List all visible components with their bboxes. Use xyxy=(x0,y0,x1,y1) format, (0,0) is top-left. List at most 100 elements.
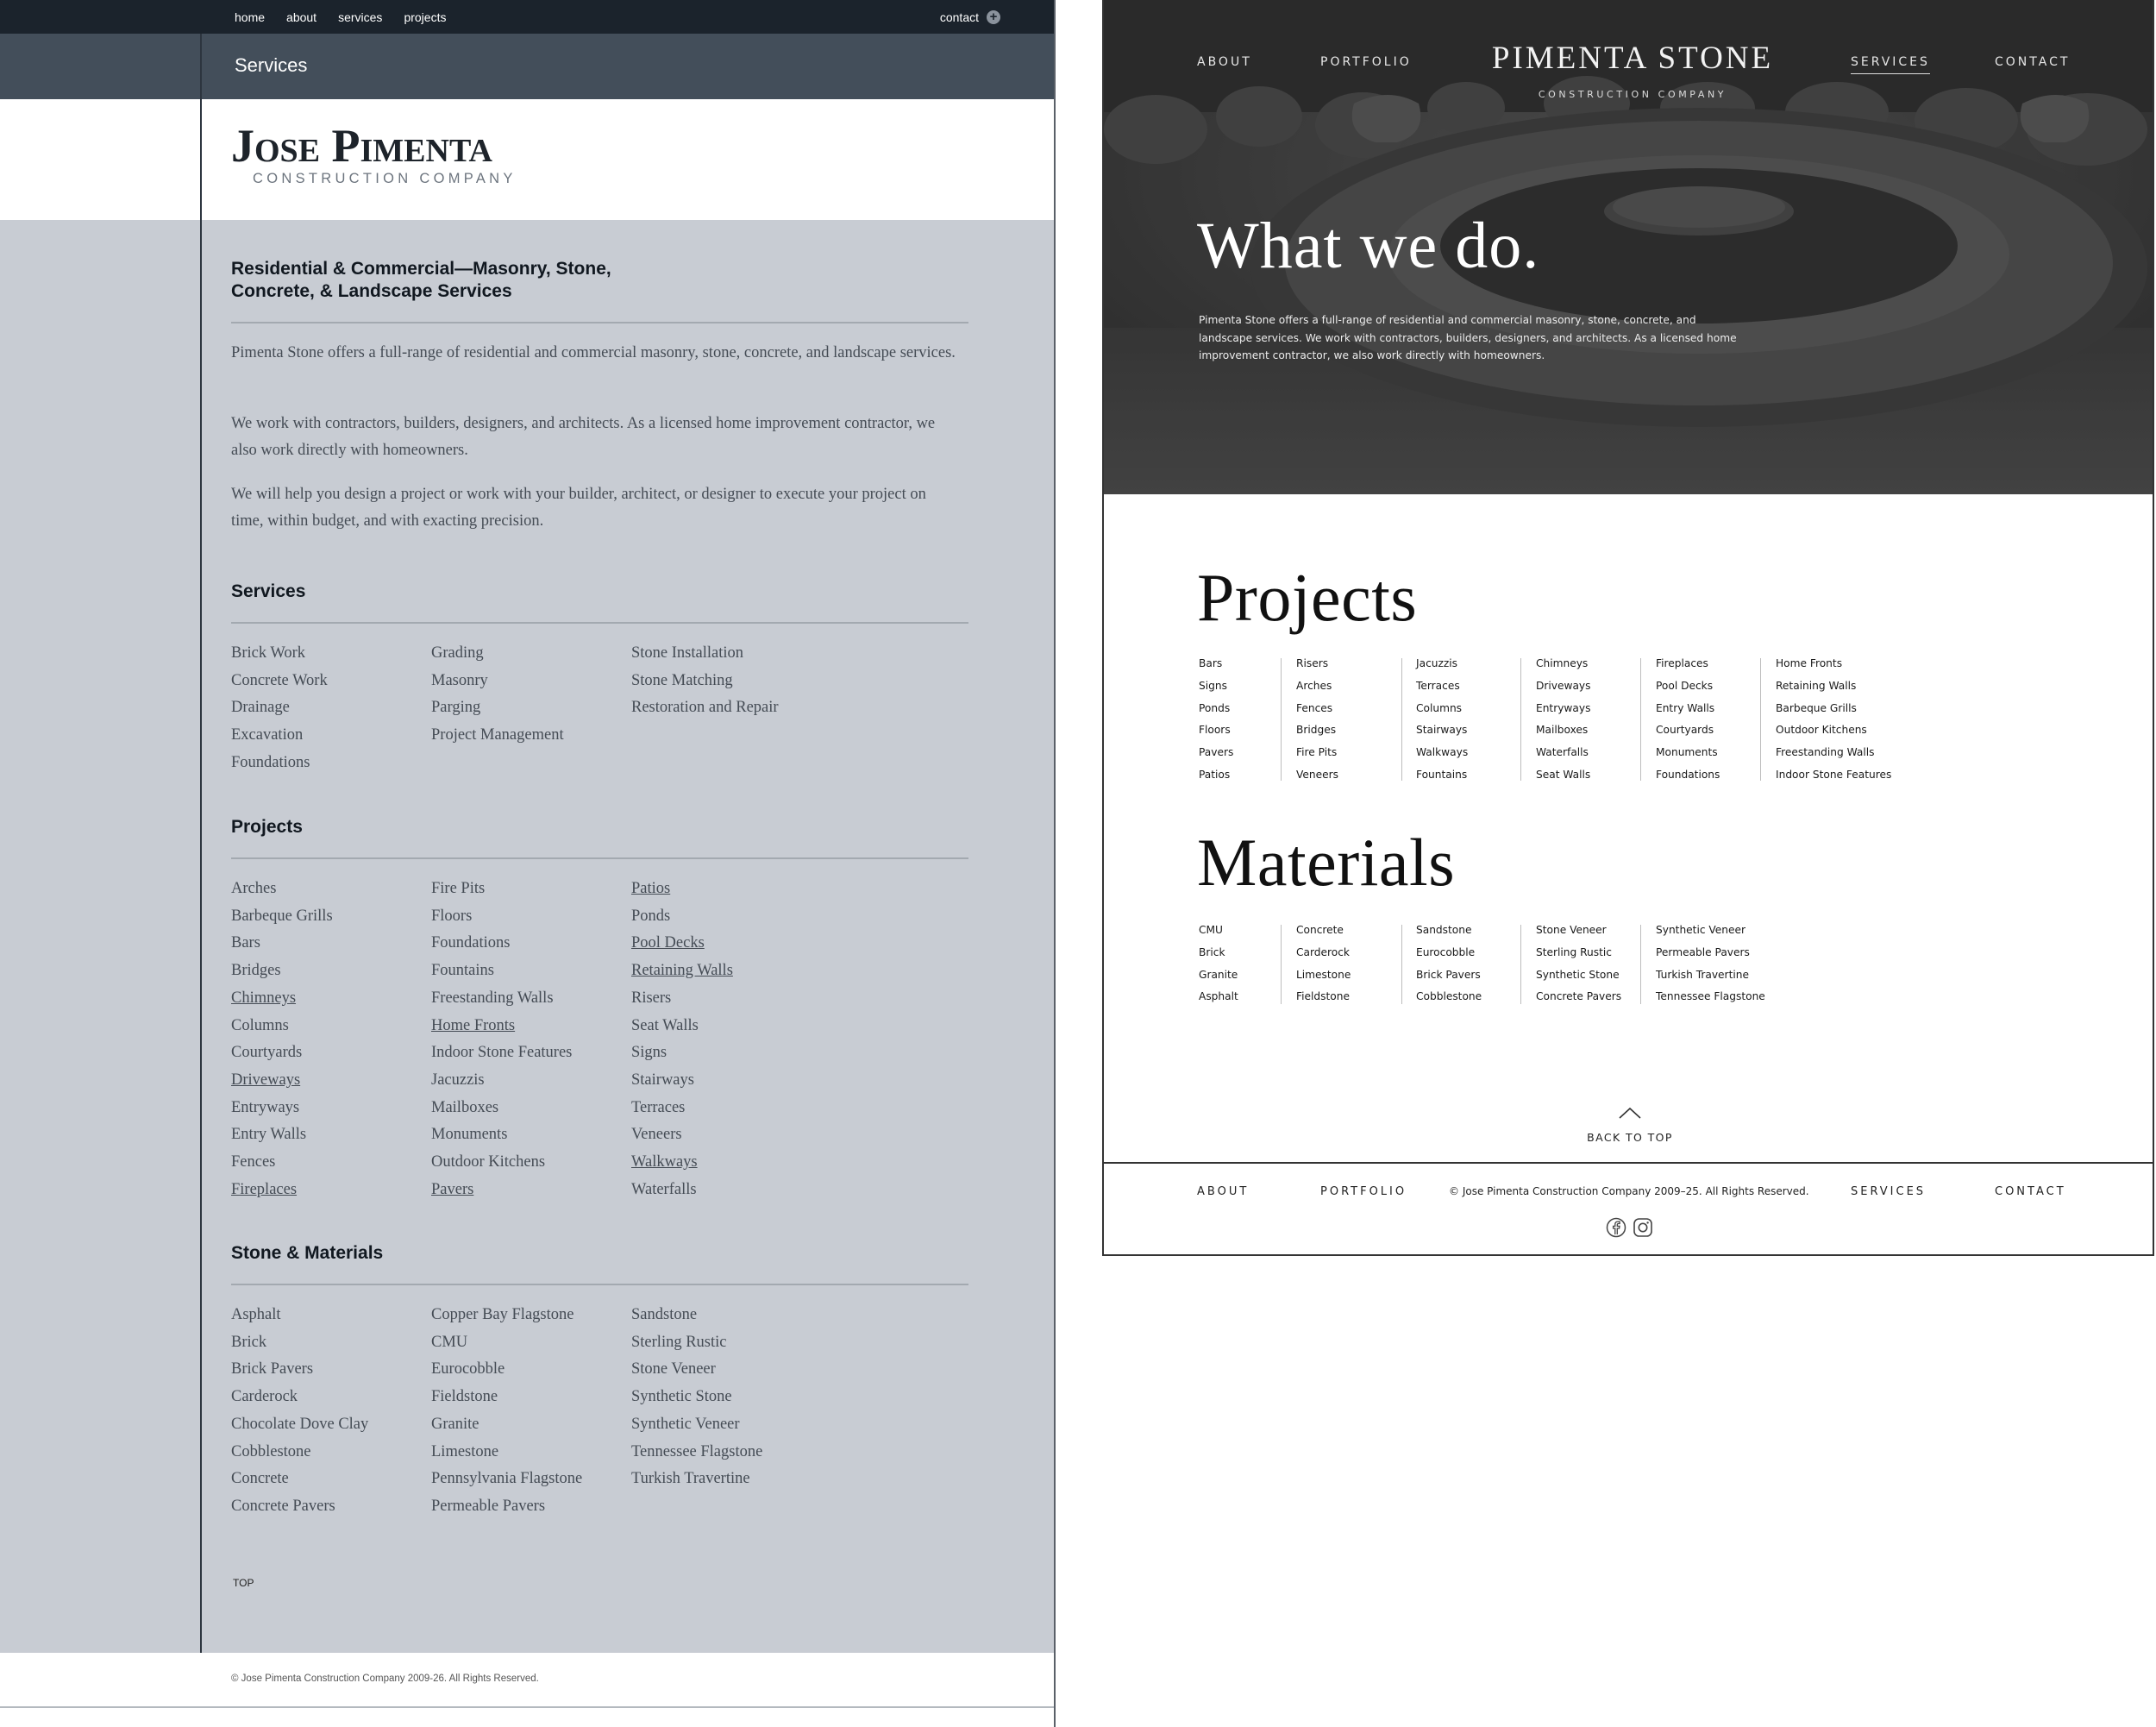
list-item: Fieldstone xyxy=(431,1388,498,1406)
old-logo-subtitle: CONSTRUCTION COMPANY xyxy=(253,171,517,186)
nav-contact[interactable]: CONTACT xyxy=(1995,55,2070,69)
list-item: Stairways xyxy=(1416,724,1468,737)
list-item: Jacuzzis xyxy=(431,1071,485,1089)
list-item: Turkish Travertine xyxy=(631,1470,750,1488)
old-top-link[interactable]: TOP xyxy=(233,1577,254,1589)
materials-col-5: Synthetic Veneer Permeable Pavers Turkish … xyxy=(1656,920,1765,1008)
list-item-link[interactable]: Retaining Walls xyxy=(631,958,733,985)
list-item-link[interactable]: Walkways xyxy=(631,1149,733,1177)
column-divider xyxy=(1640,925,1641,1004)
list-item: Foundations xyxy=(1656,768,1720,781)
list-item: Bars xyxy=(1199,657,1223,669)
list-item: Floors xyxy=(1199,724,1231,737)
old-materials-col-2: Copper Bay Flagstone CMU Eurocobble Fieldst… xyxy=(431,1302,582,1521)
hero-image: ABOUT PORTFOLIO PIMENTA STONE CONSTRUCTI… xyxy=(1104,0,2153,494)
projects-col-3: Jacuzzis Terraces Columns Stairways Walkways… xyxy=(1416,653,1468,787)
list-item: Fieldstone xyxy=(1296,990,1350,1003)
list-item: Parging xyxy=(431,699,481,717)
list-item: Carderock xyxy=(1296,945,1350,958)
list-item: Sandstone xyxy=(1416,924,1472,936)
list-item: Courtyards xyxy=(1656,724,1714,737)
old-services-rule xyxy=(231,622,968,624)
list-item: Floors xyxy=(431,907,473,925)
list-item: Columns xyxy=(231,1016,289,1034)
old-title-bar: Services xyxy=(0,34,1054,99)
back-to-top-link[interactable]: BACK TO TOP xyxy=(1561,1131,1699,1144)
old-projects-heading: Projects xyxy=(231,817,303,837)
list-item: Walkways xyxy=(1416,746,1469,759)
list-item: Grading xyxy=(431,644,484,662)
plus-circle-icon: + xyxy=(987,9,1000,24)
materials-col-3: Sandstone Eurocobble Brick Pavers Cobblesto… xyxy=(1416,920,1482,1008)
list-item: Concrete Work xyxy=(231,671,328,689)
nav-services[interactable]: SERVICES xyxy=(1851,55,1930,74)
footer-nav-portfolio[interactable]: PORTFOLIO xyxy=(1320,1185,1407,1198)
list-item: Drainage xyxy=(231,699,290,717)
old-nav-home[interactable]: home xyxy=(235,10,265,24)
instagram-icon[interactable] xyxy=(1633,1217,1653,1238)
list-item-link[interactable]: Home Fronts xyxy=(431,1013,572,1040)
list-item: Granite xyxy=(1199,968,1238,981)
footer-nav-contact[interactable]: CONTACT xyxy=(1995,1185,2066,1198)
list-item: Veneers xyxy=(1296,768,1338,781)
facebook-icon[interactable] xyxy=(1606,1217,1626,1238)
list-item-link[interactable]: Fireplaces xyxy=(231,1177,333,1204)
column-divider xyxy=(1401,658,1402,781)
nav-portfolio[interactable]: PORTFOLIO xyxy=(1320,55,1412,69)
projects-heading: Projects xyxy=(1197,560,1418,635)
list-item: Barbeque Grills xyxy=(1776,701,1857,714)
list-item-link[interactable]: Driveways xyxy=(231,1067,333,1095)
list-item: Stone Veneer xyxy=(1536,924,1607,936)
nav-about[interactable]: ABOUT xyxy=(1197,55,1252,69)
list-item: Fire Pits xyxy=(431,880,486,897)
list-item: Stairways xyxy=(631,1071,694,1089)
old-logo-wordmark[interactable]: Jose Pimenta xyxy=(231,119,492,173)
old-top-navigation: home about services projects contact + xyxy=(0,0,1054,34)
old-nav-projects[interactable]: projects xyxy=(404,10,446,24)
list-item-link[interactable]: Chimneys xyxy=(231,985,333,1013)
list-item: Sandstone xyxy=(631,1306,698,1323)
list-item-link[interactable]: Pool Decks xyxy=(631,930,733,958)
old-nav-about[interactable]: about xyxy=(286,10,317,24)
list-item: Fountains xyxy=(431,962,494,980)
old-nav-services[interactable]: services xyxy=(338,10,382,24)
list-item: Retaining Walls xyxy=(1776,679,1857,692)
footer-nav-services[interactable]: SERVICES xyxy=(1851,1185,1926,1198)
footer-nav-about[interactable]: ABOUT xyxy=(1197,1185,1249,1198)
list-item-link[interactable]: Patios xyxy=(631,876,733,903)
brand-logo[interactable]: PIMENTA STONE xyxy=(1486,40,1779,77)
list-item: Stone Matching xyxy=(631,671,733,689)
list-item: Indoor Stone Features xyxy=(431,1044,573,1062)
list-item: Ponds xyxy=(631,907,671,925)
list-item: Home Fronts xyxy=(1776,657,1843,669)
list-item: Bars xyxy=(231,934,260,952)
list-item: Carderock xyxy=(231,1388,298,1406)
list-item: Asphalt xyxy=(231,1306,281,1323)
footer-copyright: © Jose Pimenta Construction Company 2009… xyxy=(1449,1185,1809,1197)
list-item: Permeable Pavers xyxy=(1656,945,1750,958)
list-item: Columns xyxy=(1416,701,1463,714)
list-item: Jacuzzis xyxy=(1416,657,1458,669)
old-footer xyxy=(0,1653,1054,1727)
list-item: Synthetic Stone xyxy=(1536,968,1620,981)
list-item: Waterfalls xyxy=(1536,746,1589,759)
list-item: Permeable Pavers xyxy=(431,1497,546,1515)
list-item: Driveways xyxy=(1536,679,1591,692)
list-item: Brick Pavers xyxy=(1416,968,1481,981)
chevron-up-icon[interactable] xyxy=(1619,1106,1641,1120)
old-services-col-2: Grading Masonry Parging Project Management xyxy=(431,640,564,750)
column-divider xyxy=(1281,658,1282,781)
list-item: Barbeque Grills xyxy=(231,907,333,925)
list-item-link[interactable]: Pavers xyxy=(431,1177,572,1204)
list-item: CMU xyxy=(431,1333,468,1351)
materials-heading: Materials xyxy=(1197,825,1456,900)
list-item: Entryways xyxy=(231,1098,300,1116)
new-site-page: ABOUT PORTFOLIO PIMENTA STONE CONSTRUCTI… xyxy=(1102,0,2154,1256)
list-item: CMU xyxy=(1199,924,1223,936)
old-projects-col-3: Patios Ponds Pool Decks Retaining Walls Rise… xyxy=(631,876,733,1203)
list-item: Bridges xyxy=(1296,724,1337,737)
list-item: Fountains xyxy=(1416,768,1468,781)
old-contact-link[interactable]: contact + xyxy=(940,0,1000,34)
old-materials-col-3: Sandstone Sterling Rustic Stone Veneer Synt… xyxy=(631,1302,762,1493)
list-item: Synthetic Veneer xyxy=(1656,924,1746,936)
